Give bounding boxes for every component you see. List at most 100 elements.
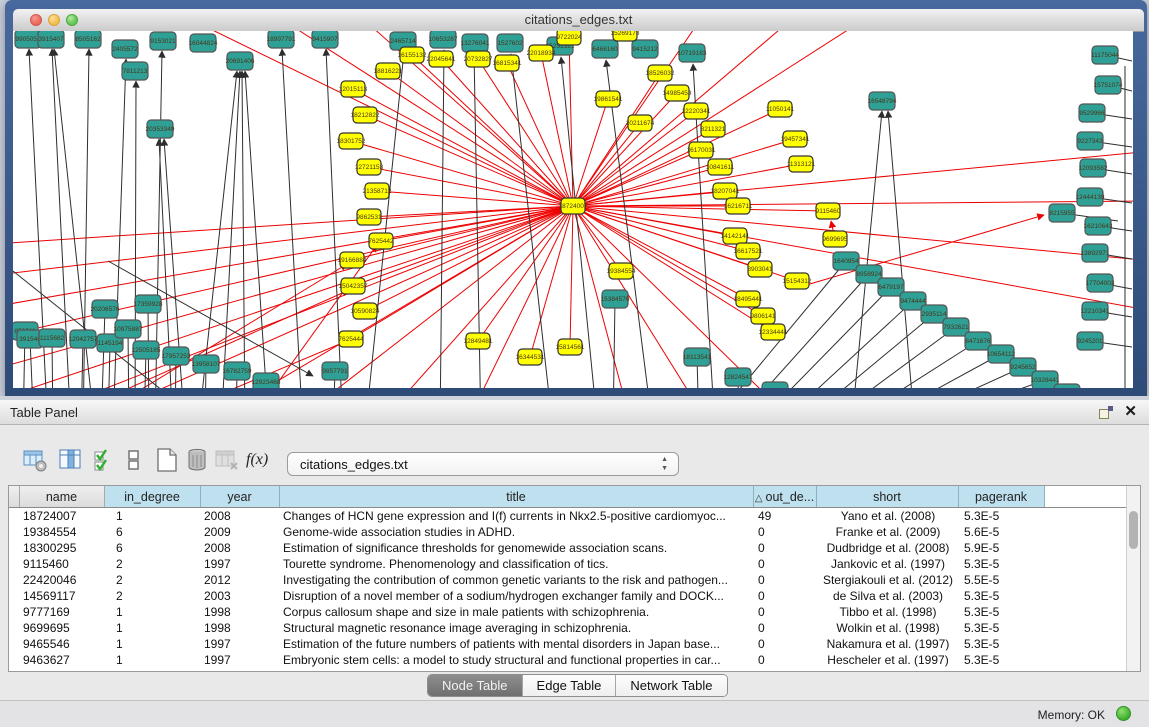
network-node[interactable]: 13276041 [461,34,490,52]
cell-out_degree[interactable]: 0 [753,604,816,620]
cell-name[interactable]: 9463627 [19,652,104,668]
cell-in_degree[interactable]: 1 [104,636,200,652]
network-node[interactable]: 9415212 [632,40,658,58]
cell-title[interactable]: Changes of HCN gene expression and I(f) … [279,508,753,525]
network-node[interactable]: 11050141 [766,101,795,117]
network-node[interactable]: 20732827 [464,51,493,67]
table-row[interactable]: 1830029562008Estimation of significance … [9,540,1129,556]
network-edge[interactable] [570,206,573,347]
cell-out_degree[interactable]: 0 [753,556,816,572]
cell-name[interactable]: 9115460 [19,556,104,572]
network-edge[interactable] [242,71,245,388]
cell-in_degree[interactable]: 1 [104,508,200,525]
network-node[interactable]: 9699695 [822,231,848,247]
cell-pagerank[interactable]: 5.3E-5 [958,508,1044,525]
cell-pagerank[interactable]: 5.3E-5 [958,636,1044,652]
column-header-name[interactable]: name [19,486,104,508]
cell-out_degree[interactable]: 49 [753,508,816,525]
network-node[interactable]: 9245011 [762,382,788,388]
network-node[interactable]: 19861541 [594,91,623,107]
cell-name[interactable]: 19384554 [19,524,104,540]
cell-in_degree[interactable]: 1 [104,604,200,620]
network-edge[interactable] [573,206,828,211]
network-node[interactable]: 9905052 [15,31,41,48]
table-row[interactable]: 969969511998Structural magnetic resonanc… [9,620,1129,636]
cell-short[interactable]: Nakamura et al. (1997) [816,636,958,652]
network-node[interactable]: 12220341 [682,103,711,119]
table-row[interactable]: 1456911722003Disruption of a novel membe… [9,588,1129,604]
network-node[interactable]: 12015113 [339,81,368,97]
network-edge[interactable] [904,380,1045,388]
network-node[interactable]: 12210341 [1081,302,1110,320]
cell-in_degree[interactable]: 2 [104,556,200,572]
network-node[interactable]: 9415907 [312,31,338,48]
network-edge[interactable] [573,109,780,206]
column-header-in_degree[interactable]: in_degree [104,486,200,508]
network-node[interactable]: 8903041 [747,261,773,277]
network-node[interactable]: 12923468 [252,373,281,388]
column-header-short[interactable]: short [816,486,958,508]
cell-out_degree[interactable]: 0 [753,620,816,636]
network-node[interactable]: 9722024 [556,31,582,45]
network-node[interactable]: 11175044 [1091,46,1119,64]
cell-pagerank[interactable]: 5.3E-5 [958,588,1044,604]
network-node[interactable]: 12444139 [1076,188,1105,206]
network-node[interactable]: 17704003 [1086,274,1115,292]
network-node[interactable]: 11313121 [787,156,816,172]
cell-in_degree[interactable]: 6 [104,524,200,540]
cell-in_degree[interactable]: 1 [104,620,200,636]
cell-year[interactable]: 1997 [200,556,279,572]
tab-node-table[interactable]: Node Table [428,675,523,696]
network-node[interactable]: 18997791 [267,31,296,48]
network-node[interactable]: 15154312 [783,273,812,289]
network-graph[interactable]: 1872400799050523915407850518224055727811… [13,31,1133,388]
network-node[interactable]: 3915407 [38,31,64,48]
select-all-icon[interactable] [92,447,122,477]
network-edge[interactable] [412,55,573,206]
network-node[interactable]: 16617521 [734,243,763,259]
network-edge[interactable] [561,57,598,388]
network-node[interactable]: 12849481 [464,333,493,349]
cell-name[interactable]: 9699695 [19,620,104,636]
network-node[interactable]: 9857791 [322,362,348,380]
network-node[interactable]: 9431212 [1054,384,1080,388]
network-node[interactable]: 22045641 [427,51,456,67]
network-node[interactable]: 8215955 [1049,204,1075,222]
network-node[interactable]: 18495441 [734,291,763,307]
function-builder-icon[interactable]: f(x) [246,451,276,481]
new-column-icon[interactable] [154,447,184,477]
table-row[interactable]: 977716911998Corpus callosum shape and si… [9,604,1129,620]
cell-year[interactable]: 2008 [200,508,279,525]
network-edge[interactable] [440,50,444,388]
network-node[interactable]: 18301752 [337,133,366,149]
network-node[interactable]: 10653287 [429,31,458,48]
network-edge[interactable] [282,49,303,388]
network-node[interactable]: 16782759 [223,362,252,380]
network-node[interactable]: 18724007 [559,198,588,214]
cell-year[interactable]: 1998 [200,620,279,636]
cell-title[interactable]: Corpus callosum shape and size in male p… [279,604,753,620]
network-node[interactable]: 16815341 [493,55,522,71]
cell-name[interactable]: 18300295 [19,540,104,556]
network-node[interactable]: 9245201 [1077,332,1103,350]
cell-pagerank[interactable]: 5.9E-5 [958,540,1044,556]
network-node[interactable]: 18816221 [374,63,403,79]
network-node[interactable]: 9806141 [750,308,776,324]
network-node[interactable]: 14985453 [663,85,692,101]
network-node[interactable]: 12042757 [69,330,98,348]
cell-title[interactable]: Investigating the contribution of common… [279,572,753,588]
network-node[interactable]: 20353349 [146,120,175,138]
network-node[interactable]: 7811213 [122,62,148,80]
network-edge[interactable] [573,123,640,206]
network-node[interactable]: 9529966 [1079,104,1105,122]
table-scrollbar[interactable] [1126,486,1140,671]
table-row[interactable]: 2242004622012Investigating the contribut… [9,572,1129,588]
cell-short[interactable]: Tibbo et al. (1998) [816,604,958,620]
network-node[interactable]: 12093582 [1079,159,1108,177]
network-canvas[interactable]: 1872400799050523915407850518224055727811… [13,31,1133,388]
network-edge[interactable] [365,206,573,311]
network-node[interactable]: 20211674 [626,115,655,131]
network-edge[interactable] [815,327,956,388]
table-row[interactable]: 911546021997Tourette syndrome. Phenomeno… [9,556,1129,572]
column-header-pagerank[interactable]: pagerank [958,486,1044,508]
